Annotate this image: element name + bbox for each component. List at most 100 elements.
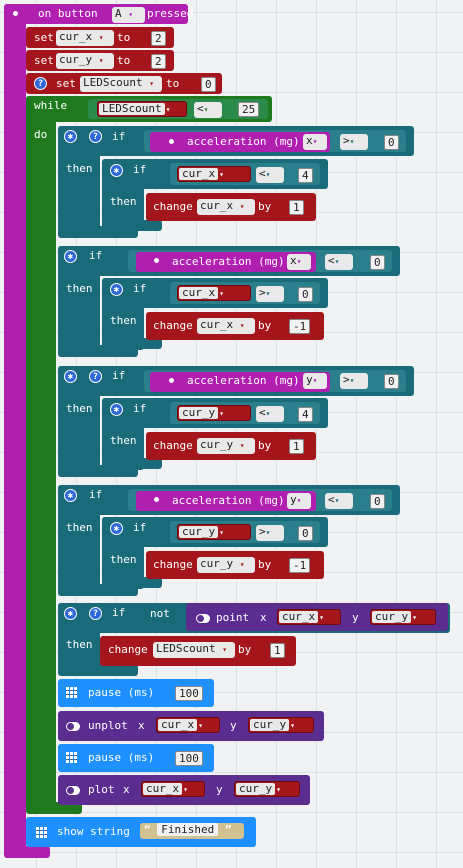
op-dropdown[interactable]: >▾ [256,286,284,302]
op-value: > [343,134,350,147]
while-value[interactable]: 25 [238,102,260,117]
help-icon[interactable]: ? [34,77,47,90]
gear-icon[interactable]: ✱ [64,250,77,263]
gear-icon[interactable]: ✱ [110,403,123,416]
change-var-dropdown[interactable]: LEDScount ▾ [153,642,235,658]
compare-value[interactable]: 0 [384,374,399,389]
var-name: cur_y [179,526,219,538]
plot-y-var[interactable]: cur_y ▾ [234,781,300,797]
var-name: cur_x [158,719,198,731]
unplot-x-var[interactable]: cur_x ▾ [156,717,220,733]
x-label: x [260,611,267,624]
pause-value[interactable]: 100 [175,686,203,701]
axis-dropdown[interactable]: x▾ [303,134,327,150]
gear-icon[interactable]: ✱ [64,489,77,502]
op-value: < [328,493,335,506]
plot-x-var[interactable]: cur_x ▾ [141,781,205,797]
by-value[interactable]: 1 [289,200,304,215]
dropdown-arrow-icon: ▾ [290,721,295,730]
by-value[interactable]: 1 [270,643,285,658]
compare-value[interactable]: 4 [298,407,313,422]
set-keyword: set [34,31,54,44]
inner-var[interactable]: cur_y ▾ [177,524,251,540]
change-var-dropdown[interactable]: cur_x ▾ [197,199,255,215]
gear-icon[interactable]: ✱ [64,130,77,143]
string-value-block[interactable]: “ Finished ” [140,823,244,839]
acceleration-icon [166,375,177,386]
while-op-dropdown[interactable]: <▾ [194,102,222,118]
change-var-dropdown[interactable]: cur_y ▾ [197,557,255,573]
inner-var[interactable]: cur_y ▾ [177,405,251,421]
button-value: A [115,7,122,20]
op-value: < [328,254,335,267]
gear-icon[interactable]: ✱ [64,607,77,620]
set-var-dropdown[interactable]: LEDScount ▾ [80,76,162,92]
to-keyword: to [117,31,131,44]
unplot-y-var[interactable]: cur_y ▾ [248,717,314,733]
by-value[interactable]: -1 [289,558,311,573]
op-dropdown[interactable]: >▾ [256,525,284,541]
help-icon[interactable]: ? [89,607,102,620]
change-var-dropdown[interactable]: cur_x ▾ [197,318,255,334]
axis-dropdown[interactable]: x▾ [287,254,311,270]
gear-icon[interactable]: ✱ [110,283,123,296]
op-value: > [259,525,266,538]
gear-icon[interactable]: ✱ [64,370,77,383]
gear-icon[interactable]: ✱ [110,164,123,177]
grid-icon [36,827,47,838]
compare-value[interactable]: 4 [298,168,313,183]
while-var[interactable]: LEDScount ▾ [97,101,187,117]
dropdown-arrow-icon: ▾ [165,105,171,114]
grid-icon [66,752,77,763]
pause-value[interactable]: 100 [175,751,203,766]
dropdown-arrow-icon: ▾ [128,10,134,19]
op-value: < [259,167,266,180]
op-value: > [259,286,266,299]
if-keyword: if [133,163,147,176]
by-value[interactable]: -1 [289,319,311,334]
compare-value[interactable]: 0 [370,494,385,509]
set-keyword: set [56,77,76,90]
set-var-dropdown[interactable]: cur_x ▾ [56,30,114,46]
inner-var[interactable]: cur_x ▾ [177,285,251,301]
compare-value[interactable]: 0 [298,287,313,302]
dropdown-arrow-icon: ▾ [183,785,188,794]
then-keyword: then [66,638,93,651]
compare-value[interactable]: 0 [384,135,399,150]
axis-dropdown[interactable]: y▾ [287,493,311,509]
op-dropdown[interactable]: >▾ [340,134,368,150]
axis-dropdown[interactable]: y▾ [303,373,327,389]
dropdown-arrow-icon: ▾ [265,528,271,537]
op-dropdown[interactable]: <▾ [256,406,284,422]
point-y-var[interactable]: cur_y ▾ [370,609,436,625]
change-var-dropdown[interactable]: cur_y ▾ [197,438,255,454]
op-dropdown[interactable]: >▾ [340,373,368,389]
op-dropdown[interactable]: <▾ [325,493,353,509]
point-x-var[interactable]: cur_x ▾ [277,609,341,625]
dropdown-arrow-icon: ▾ [219,170,224,179]
inner-var[interactable]: cur_x ▾ [177,166,251,182]
axis-value: x [290,254,297,267]
dropdown-arrow-icon: ▾ [265,289,271,298]
event-suffix: pressed [147,7,194,20]
acceleration-icon [151,494,162,505]
op-dropdown[interactable]: <▾ [325,254,353,270]
help-icon[interactable]: ? [89,130,102,143]
op-dropdown[interactable]: <▾ [256,167,284,183]
compare-value[interactable]: 0 [370,255,385,270]
dropdown-arrow-icon: ▾ [98,33,104,42]
set-value-field[interactable]: 2 [151,31,166,46]
dropdown-arrow-icon: ▾ [98,56,104,65]
button-dropdown[interactable]: A ▾ [112,7,145,23]
help-icon[interactable]: ? [89,370,102,383]
axis-value: x [306,134,313,147]
dropdown-arrow-icon: ▾ [219,289,224,298]
gear-icon[interactable]: ✱ [110,522,123,535]
set-value-field[interactable]: 2 [151,54,166,69]
compare-value[interactable]: 0 [298,526,313,541]
dropdown-arrow-icon: ▾ [265,409,271,418]
set-var-dropdown[interactable]: cur_y ▾ [56,53,114,69]
by-value[interactable]: 1 [289,439,304,454]
set-value-field[interactable]: 0 [201,77,216,92]
axis-value: y [290,493,297,506]
